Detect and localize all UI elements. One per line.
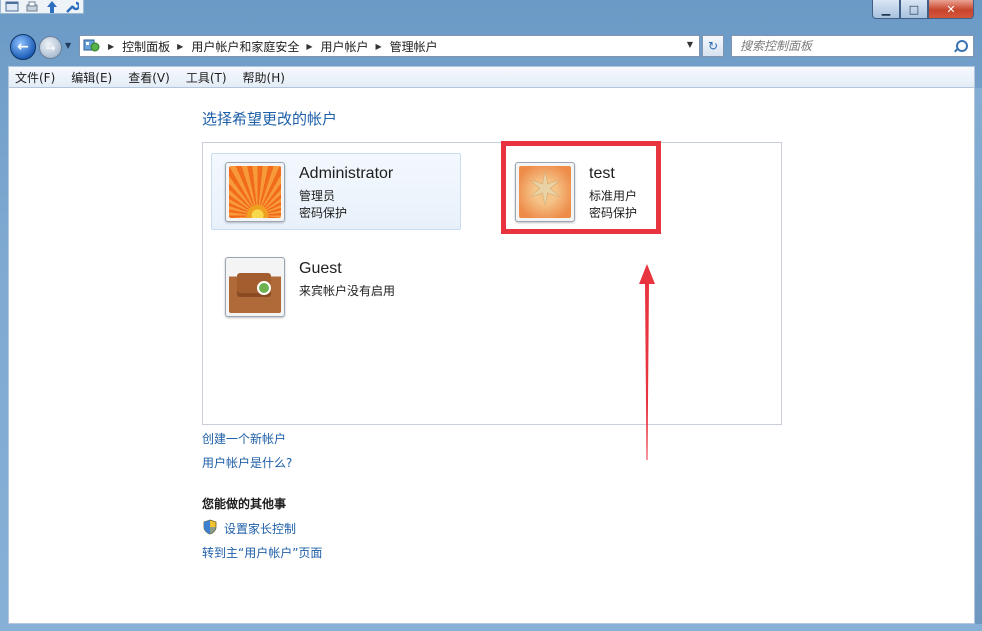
maximize-button[interactable]: □ <box>900 0 928 19</box>
breadcrumb-chevron-icon[interactable]: ▶ <box>177 42 183 51</box>
breadcrumb-item-control-panel[interactable]: 控制面板 <box>122 38 170 55</box>
other-tasks-heading: 您能做的其他事 <box>202 497 287 511</box>
window-icon[interactable] <box>5 1 19 13</box>
arrow-left-icon: ← <box>17 39 29 55</box>
content-area: 选择希望更改的帐户 Administrator 管理员 密码保护 test 标准… <box>8 88 975 624</box>
goto-user-accounts-link[interactable]: 转到主“用户帐户”页面 <box>202 544 322 561</box>
account-tile-guest[interactable]: Guest 来宾帐户没有启用 <box>211 248 461 325</box>
menu-help[interactable]: 帮助(H) <box>243 69 285 86</box>
address-history-dropdown[interactable]: ▼ <box>687 40 693 49</box>
breadcrumb-chevron-icon[interactable]: ▶ <box>108 42 114 51</box>
refresh-icon: ↻ <box>707 39 719 53</box>
account-picture <box>225 162 285 222</box>
page-title: 选择希望更改的帐户 <box>202 110 338 128</box>
flower-picture-icon <box>229 166 281 218</box>
uac-shield-icon <box>203 519 217 535</box>
create-account-link[interactable]: 创建一个新帐户 <box>202 430 286 447</box>
accounts-panel: Administrator 管理员 密码保护 test 标准用户 密码保护 Gu… <box>202 142 782 425</box>
parental-controls-link[interactable]: 设置家长控制 <box>224 520 296 537</box>
back-button[interactable]: ← <box>10 34 36 60</box>
account-name: Administrator <box>299 165 394 182</box>
navigation-bar: ← → ▼ ▶ 控制面板 ▶ 用户帐户和家庭安全 ▶ 用户帐户 ▶ 管理帐户 ▼… <box>0 30 982 64</box>
printer-icon[interactable] <box>25 1 39 13</box>
search-icon[interactable] <box>953 39 968 53</box>
account-type: 管理员 <box>299 189 336 203</box>
refresh-button[interactable]: ↻ <box>702 35 724 57</box>
arrow-up-annotation-icon <box>639 264 655 460</box>
breadcrumb-chevron-icon[interactable]: ▶ <box>376 42 382 51</box>
what-is-account-link[interactable]: 用户帐户是什么? <box>202 454 292 471</box>
close-button[interactable]: ✕ <box>928 0 974 19</box>
breadcrumb-chevron-icon[interactable]: ▶ <box>306 42 312 51</box>
quick-access-toolbar <box>0 0 84 14</box>
account-status: 密码保护 <box>299 206 348 220</box>
search-box[interactable] <box>731 35 974 57</box>
search-input[interactable] <box>732 39 953 53</box>
suitcase-picture-icon <box>229 261 281 313</box>
control-panel-icon <box>83 38 101 54</box>
recent-pages-dropdown[interactable]: ▼ <box>65 41 71 50</box>
upload-arrow-icon[interactable] <box>45 0 59 13</box>
menu-view[interactable]: 查看(V) <box>128 69 170 86</box>
title-bar: ▁ □ ✕ <box>0 0 982 28</box>
breadcrumb: ▶ 控制面板 ▶ 用户帐户和家庭安全 ▶ 用户帐户 ▶ 管理帐户 <box>101 38 438 55</box>
account-name: Guest <box>299 260 342 277</box>
wrench-icon[interactable] <box>65 1 81 13</box>
window-right-edge <box>975 88 982 624</box>
highlight-annotation <box>501 141 661 234</box>
breadcrumb-item-manage-accounts[interactable]: 管理帐户 <box>390 38 438 55</box>
account-tile-administrator[interactable]: Administrator 管理员 密码保护 <box>211 153 461 230</box>
breadcrumb-item-user-accounts-family-safety[interactable]: 用户帐户和家庭安全 <box>191 38 299 55</box>
account-type: 来宾帐户没有启用 <box>299 284 396 298</box>
menu-file[interactable]: 文件(F) <box>15 69 55 86</box>
minimize-button[interactable]: ▁ <box>872 0 900 19</box>
menu-edit[interactable]: 编辑(E) <box>71 69 112 86</box>
address-bar[interactable]: ▶ 控制面板 ▶ 用户帐户和家庭安全 ▶ 用户帐户 ▶ 管理帐户 ▼ <box>79 35 700 57</box>
menu-tools[interactable]: 工具(T) <box>186 69 227 86</box>
window-controls: ▁ □ ✕ <box>872 0 974 19</box>
menu-bar: 文件(F) 编辑(E) 查看(V) 工具(T) 帮助(H) <box>8 66 975 88</box>
breadcrumb-item-user-accounts[interactable]: 用户帐户 <box>321 38 369 55</box>
arrow-right-icon: → <box>45 40 56 55</box>
forward-button[interactable]: → <box>39 36 62 59</box>
account-picture <box>225 257 285 317</box>
